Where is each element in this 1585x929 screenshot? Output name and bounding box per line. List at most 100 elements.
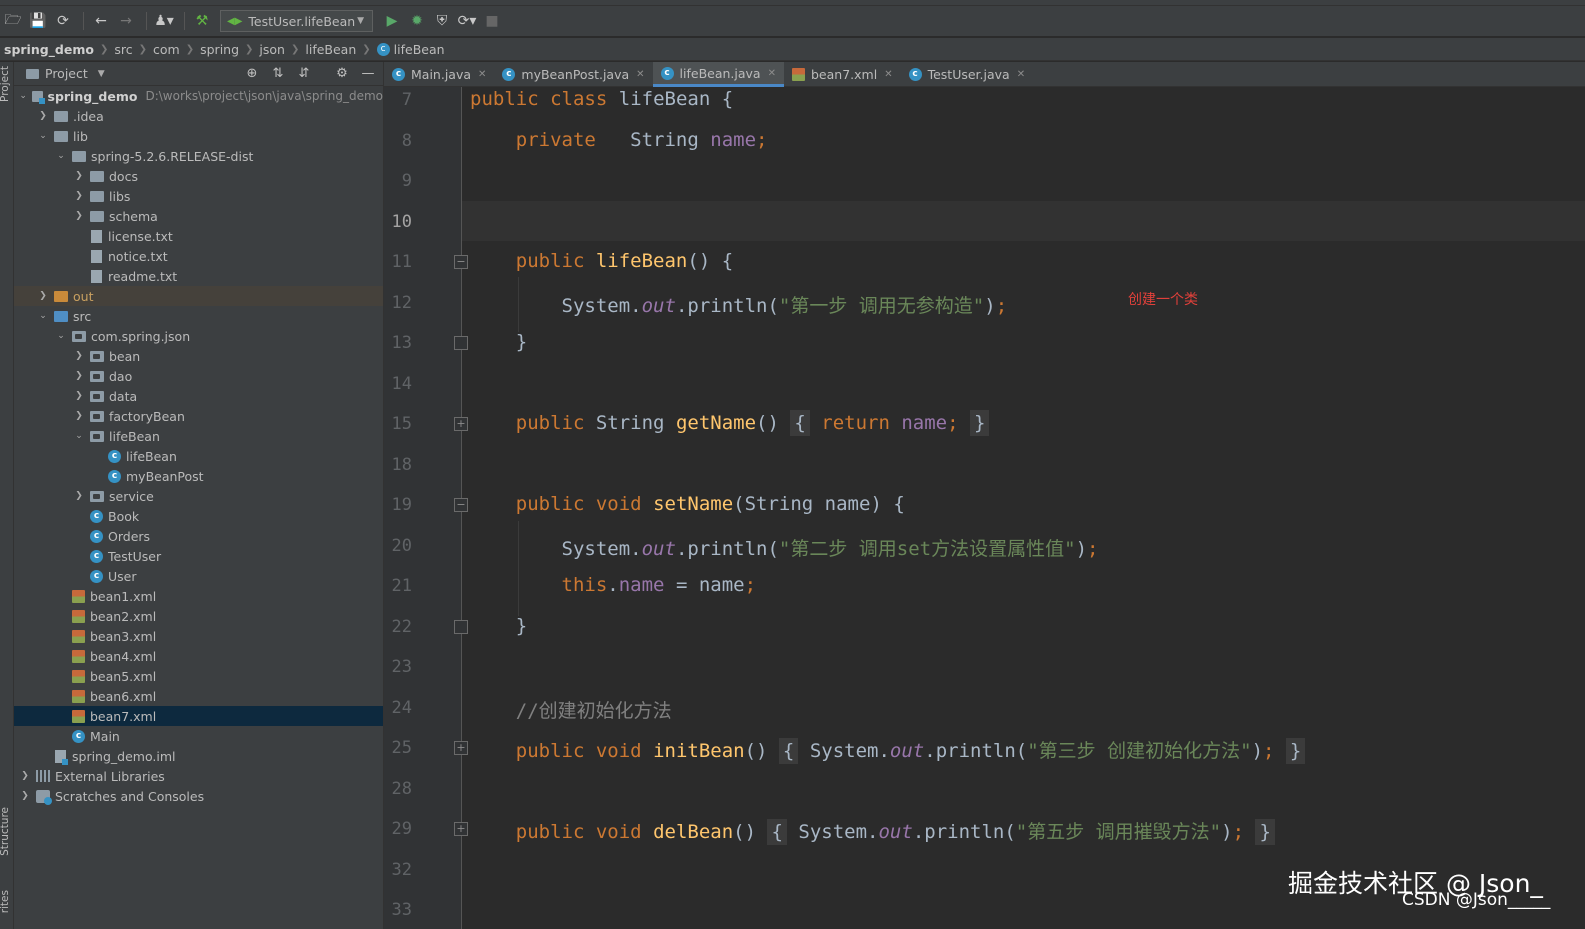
tree-item-scratches[interactable]: ❯ Scratches and Consoles [14, 786, 383, 806]
tab-bean7-xml[interactable]: bean7.xml ✕ [784, 62, 901, 87]
tree-item-idea[interactable]: ❯ .idea [14, 106, 383, 126]
chevron-right-icon[interactable]: ❯ [72, 391, 86, 401]
tree-item-src[interactable]: ⌄ src [14, 306, 383, 326]
fold-expand-icon[interactable]: + [454, 417, 468, 431]
chevron-right-icon[interactable]: ❯ [36, 291, 50, 301]
expand-all-icon[interactable]: ⇅ [269, 66, 287, 81]
tree-item-lifebean-class[interactable]: c lifeBean [14, 446, 383, 466]
tree-item-bean4-xml[interactable]: bean4.xml [14, 646, 383, 666]
run-configuration-select[interactable]: ◀▶ TestUser.lifeBean ▼ [220, 10, 373, 32]
save-icon[interactable]: 💾 [27, 10, 49, 32]
locate-icon[interactable]: ⊕ [243, 66, 261, 81]
tree-item-bean3-xml[interactable]: bean3.xml [14, 626, 383, 646]
close-icon[interactable]: ✕ [636, 69, 644, 80]
breadcrumb-json[interactable]: json [259, 42, 285, 57]
code-editor[interactable]: 7 8 9 10 11 12 13 14 15 18 19 20 21 22 2… [384, 87, 1585, 929]
project-view-select[interactable]: Project [45, 66, 88, 81]
breadcrumb-spring[interactable]: spring [200, 42, 239, 57]
chevron-down-icon[interactable]: ⌄ [72, 431, 86, 441]
tree-item-service[interactable]: ❯ service [14, 486, 383, 506]
tree-item-main[interactable]: c Main [14, 726, 383, 746]
close-icon[interactable]: ✕ [768, 68, 776, 79]
tab-main-java[interactable]: c Main.java ✕ [384, 62, 494, 87]
hide-panel-icon[interactable]: — [359, 66, 377, 81]
fold-end-icon[interactable] [454, 336, 468, 350]
tree-item-com-spring-json[interactable]: ⌄ com.spring.json [14, 326, 383, 346]
debug-icon[interactable]: ✹ [406, 10, 428, 32]
project-tool-button[interactable]: Project [0, 66, 11, 102]
tree-item-data[interactable]: ❯ data [14, 386, 383, 406]
breadcrumb-project[interactable]: spring_demo [4, 42, 94, 57]
tree-item-out[interactable]: ❯ out [14, 286, 383, 306]
tree-item-bean7-xml[interactable]: bean7.xml [14, 706, 383, 726]
tab-testuser-java[interactable]: c TestUser.java ✕ [901, 62, 1034, 87]
tree-item-bean[interactable]: ❯ bean [14, 346, 383, 366]
stop-icon[interactable]: ■ [481, 10, 503, 32]
fold-collapse-icon[interactable]: − [454, 255, 468, 269]
close-icon[interactable]: ✕ [1017, 69, 1025, 80]
tree-item-bean1-xml[interactable]: bean1.xml [14, 586, 383, 606]
fold-end-icon[interactable] [454, 620, 468, 634]
chevron-down-icon[interactable]: ⌄ [54, 331, 68, 341]
forward-arrow-icon[interactable]: → [115, 10, 137, 32]
tree-item-docs[interactable]: ❯ docs [14, 166, 383, 186]
chevron-down-icon[interactable]: ⌄ [54, 151, 68, 161]
chevron-right-icon[interactable]: ❯ [18, 791, 32, 801]
chevron-right-icon[interactable]: ❯ [72, 491, 86, 501]
tree-item-orders[interactable]: c Orders [14, 526, 383, 546]
chevron-right-icon[interactable]: ❯ [72, 411, 86, 421]
tree-item-schema[interactable]: ❯ schema [14, 206, 383, 226]
chevron-down-icon[interactable]: ⌄ [18, 91, 28, 101]
breadcrumb-src[interactable]: src [114, 42, 132, 57]
tree-item-mybeanpost[interactable]: c myBeanPost [14, 466, 383, 486]
tree-item-bean2-xml[interactable]: bean2.xml [14, 606, 383, 626]
chevron-down-icon[interactable]: ▼ [98, 69, 105, 79]
open-folder-icon[interactable]: 🗁 [2, 10, 24, 32]
build-hammer-icon[interactable]: ⚒ [191, 10, 213, 32]
tree-item-external-libraries[interactable]: ❯ External Libraries [14, 766, 383, 786]
tree-item-spring-demo[interactable]: ⌄ spring_demo D:\works\project\json\java… [14, 86, 383, 106]
close-icon[interactable]: ✕ [884, 69, 892, 80]
tree-item-lifebean-package[interactable]: ⌄ lifeBean [14, 426, 383, 446]
fold-collapse-icon[interactable]: − [454, 498, 468, 512]
chevron-right-icon[interactable]: ❯ [72, 351, 86, 361]
tree-item-license[interactable]: license.txt [14, 226, 383, 246]
tree-item-testuser[interactable]: c TestUser [14, 546, 383, 566]
tree-item-lib[interactable]: ⌄ lib [14, 126, 383, 146]
chevron-right-icon[interactable]: ❯ [72, 371, 86, 381]
tree-item-bean5-xml[interactable]: bean5.xml [14, 666, 383, 686]
tree-item-book[interactable]: c Book [14, 506, 383, 526]
chevron-right-icon[interactable]: ❯ [72, 171, 86, 181]
breadcrumb-com[interactable]: com [153, 42, 180, 57]
chevron-right-icon[interactable]: ❯ [72, 191, 86, 201]
chevron-right-icon[interactable]: ❯ [36, 111, 50, 121]
structure-tool-button[interactable]: Structure [0, 807, 11, 856]
profile-icon[interactable]: ⟳▾ [456, 10, 478, 32]
chevron-right-icon[interactable]: ❯ [72, 211, 86, 221]
tree-item-dao[interactable]: ❯ dao [14, 366, 383, 386]
tree-item-bean6-xml[interactable]: bean6.xml [14, 686, 383, 706]
tree-item-notice[interactable]: notice.txt [14, 246, 383, 266]
coverage-icon[interactable]: ⛨ [431, 10, 453, 32]
tree-item-user[interactable]: c User [14, 566, 383, 586]
tab-lifebean-java[interactable]: c lifeBean.java ✕ [652, 62, 784, 87]
user-icon[interactable]: ♟▾ [153, 10, 175, 32]
sync-icon[interactable]: ⟳ [52, 10, 74, 32]
breadcrumb-class[interactable]: lifeBean [394, 42, 445, 57]
tree-item-factorybean[interactable]: ❯ factoryBean [14, 406, 383, 426]
favorites-tool-button[interactable]: rites [0, 890, 11, 913]
back-arrow-icon[interactable]: ← [90, 10, 112, 32]
run-icon[interactable]: ▶ [381, 10, 403, 32]
tab-mybeanpost-java[interactable]: c myBeanPost.java ✕ [494, 62, 652, 87]
tree-item-readme[interactable]: readme.txt [14, 266, 383, 286]
fold-expand-icon[interactable]: + [454, 741, 468, 755]
chevron-right-icon[interactable]: ❯ [18, 771, 32, 781]
gear-icon[interactable]: ⚙ [333, 66, 351, 81]
collapse-all-icon[interactable]: ⇵ [295, 66, 313, 81]
tree-item-spring-dist[interactable]: ⌄ spring-5.2.6.RELEASE-dist [14, 146, 383, 166]
breadcrumb-package[interactable]: lifeBean [305, 42, 356, 57]
chevron-down-icon[interactable]: ⌄ [36, 311, 50, 321]
chevron-down-icon[interactable]: ⌄ [36, 131, 50, 141]
tree-item-libs[interactable]: ❯ libs [14, 186, 383, 206]
tree-item-iml[interactable]: spring_demo.iml [14, 746, 383, 766]
